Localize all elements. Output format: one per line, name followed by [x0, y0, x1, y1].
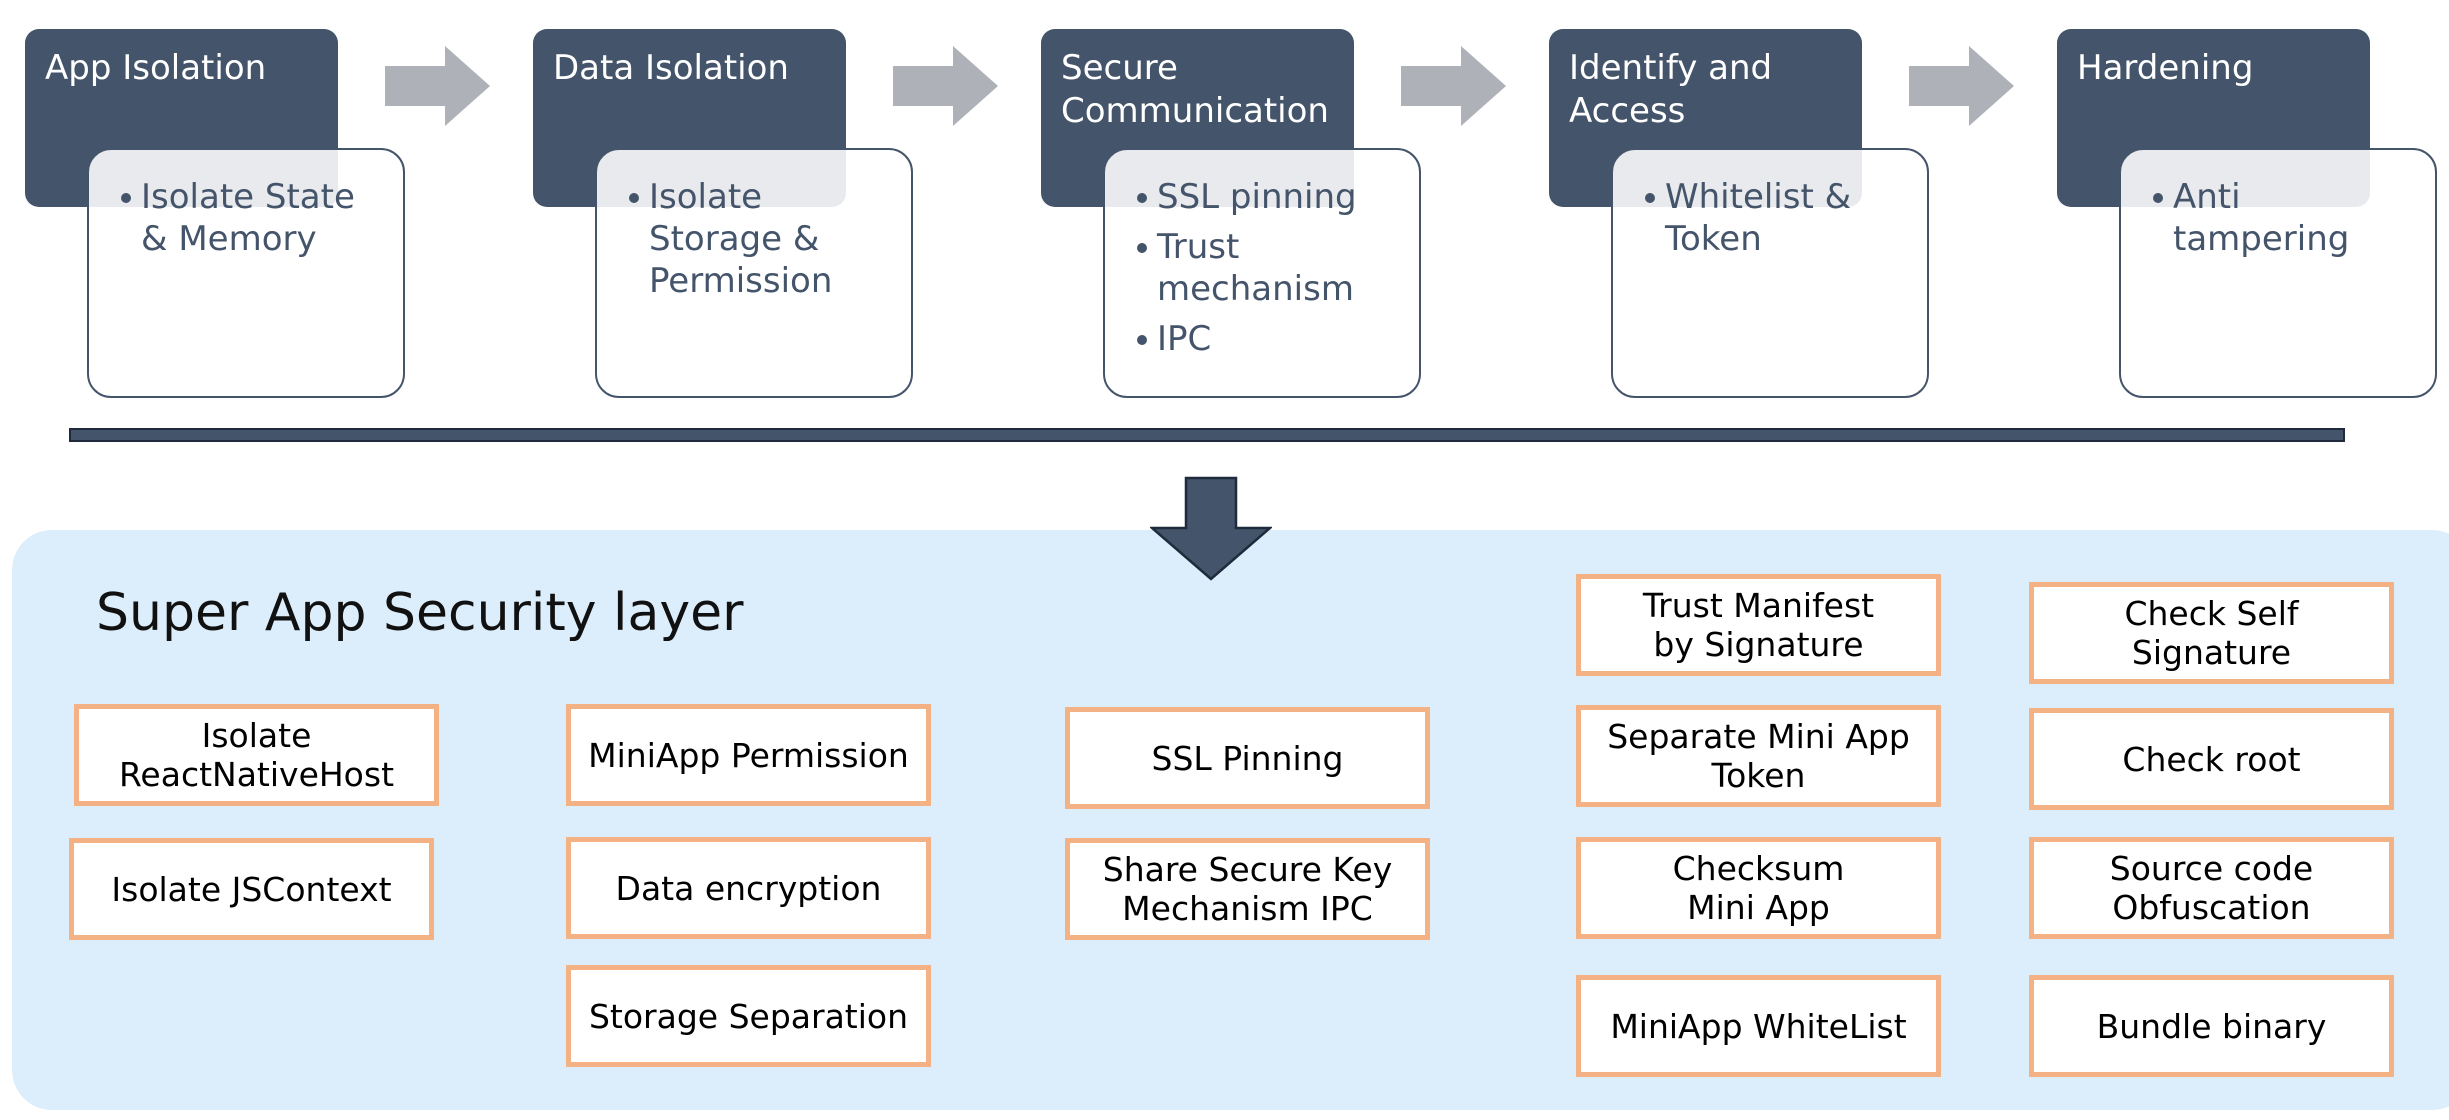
stage-item-list: Anti tampering: [2153, 176, 2417, 260]
stage-title: Secure Communication: [1061, 48, 1329, 131]
stage-item-list: Isolate State & Memory: [121, 176, 385, 260]
stage-item: IPC: [1137, 318, 1401, 360]
feature-label: Check Self Signature: [2124, 594, 2299, 672]
feature-label: Separate Mini App Token: [1607, 717, 1910, 795]
stage-title: Hardening: [2077, 48, 2254, 88]
feature-label: Source code Obfuscation: [2109, 849, 2314, 927]
feature-box-data-encryption: Data encryption: [566, 837, 931, 939]
stage-item: Anti tampering: [2153, 176, 2417, 260]
feature-label: Checksum Mini App: [1672, 849, 1845, 927]
feature-box-ssl-pinning: SSL Pinning: [1065, 707, 1430, 809]
feature-box-checksum: Checksum Mini App: [1576, 837, 1941, 939]
feature-box-miniapp-whitelist: MiniApp WhiteList: [1576, 975, 1941, 1077]
stage-item: Trust mechanism: [1137, 226, 1401, 310]
feature-label: Bundle binary: [2096, 1006, 2327, 1046]
stage-item-list: SSL pinning Trust mechanism IPC: [1137, 176, 1401, 360]
feature-label: SSL Pinning: [1151, 738, 1344, 778]
feature-box-isolate-react-native-host: Isolate ReactNativeHost: [74, 704, 439, 806]
feature-box-storage-separation: Storage Separation: [566, 965, 931, 1067]
feature-box-source-code-obfuscation: Source code Obfuscation: [2029, 837, 2394, 939]
divider-bar: [69, 428, 2345, 442]
stage-item: Isolate Storage & Permission: [629, 176, 893, 302]
flow-arrow-icon: [1401, 46, 1506, 126]
stage-title: Data Isolation: [553, 48, 789, 88]
flow-arrow-icon: [893, 46, 998, 126]
feature-box-isolate-js-context: Isolate JSContext: [69, 838, 434, 940]
stage-body-data-isolation: Isolate Storage & Permission: [595, 148, 913, 398]
feature-box-miniapp-permission: MiniApp Permission: [566, 704, 931, 806]
flow-arrow-icon: [1909, 46, 2014, 126]
feature-box-check-self-signature: Check Self Signature: [2029, 582, 2394, 684]
flow-arrow-icon: [385, 46, 490, 126]
feature-box-share-secure-key: Share Secure Key Mechanism IPC: [1065, 838, 1430, 940]
stage-body-hardening: Anti tampering: [2119, 148, 2437, 398]
feature-label: Data encryption: [615, 868, 882, 908]
stage-body-app-isolation: Isolate State & Memory: [87, 148, 405, 398]
stage-item-list: Whitelist & Token: [1645, 176, 1909, 260]
feature-label: Share Secure Key Mechanism IPC: [1102, 850, 1393, 928]
down-arrow-icon: [1150, 476, 1272, 581]
feature-box-check-root: Check root: [2029, 708, 2394, 810]
feature-label: MiniApp WhiteList: [1610, 1006, 1907, 1046]
stage-item-list: Isolate Storage & Permission: [629, 176, 893, 302]
stage-item: Whitelist & Token: [1645, 176, 1909, 260]
stage-item: SSL pinning: [1137, 176, 1401, 218]
stage-title: Identify and Access: [1569, 48, 1773, 131]
feature-label: MiniApp Permission: [588, 735, 909, 775]
stage-title: App Isolation: [45, 48, 267, 88]
feature-label: Isolate ReactNativeHost: [118, 716, 395, 794]
feature-label: Trust Manifest by Signature: [1642, 586, 1875, 664]
feature-label: Storage Separation: [588, 996, 909, 1036]
stage-body-secure-communication: SSL pinning Trust mechanism IPC: [1103, 148, 1421, 398]
stage-item: Isolate State & Memory: [121, 176, 385, 260]
feature-box-trust-manifest: Trust Manifest by Signature: [1576, 574, 1941, 676]
stage-body-identify-and-access: Whitelist & Token: [1611, 148, 1929, 398]
feature-label: Isolate JSContext: [111, 869, 392, 909]
security-layer-title: Super App Security layer: [96, 583, 744, 643]
feature-label: Check root: [2122, 739, 2301, 779]
feature-box-separate-token: Separate Mini App Token: [1576, 705, 1941, 807]
feature-box-bundle-binary: Bundle binary: [2029, 975, 2394, 1077]
